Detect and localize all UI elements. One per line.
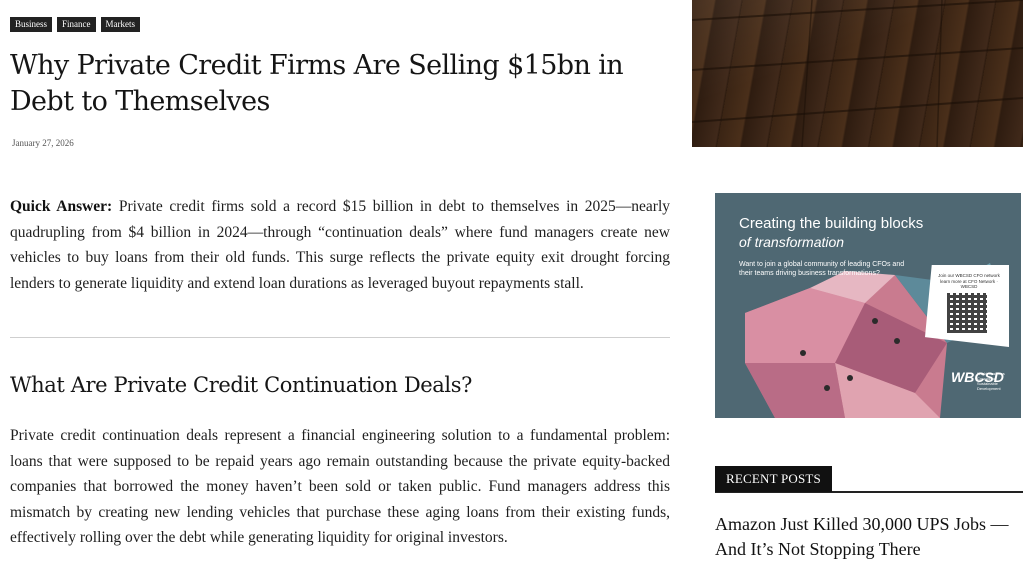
sidebar-ad[interactable]: Creating the building blocks of transfor…: [715, 193, 1021, 418]
ad-body: Want to join a global community of leadi…: [739, 261, 905, 277]
ad-headline: Creating the building blocks: [739, 215, 924, 232]
section-divider: [10, 337, 670, 338]
tag-business[interactable]: Business: [10, 17, 53, 32]
tag-list: Business Finance Markets: [10, 17, 141, 32]
article-date: January 27, 2026: [12, 138, 74, 148]
tag-finance[interactable]: Finance: [57, 17, 96, 32]
section-heading: What Are Private Credit Continuation Dea…: [10, 373, 472, 397]
quick-answer-label: Quick Answer:: [10, 198, 113, 215]
wood-floor-graphic: [692, 0, 1023, 147]
quick-answer: Quick Answer: Private credit firms sold …: [10, 194, 670, 296]
ad-qr-card[interactable]: Join our WBCSD CFO network learn more at…: [925, 265, 1009, 347]
ad-card-text: Join our WBCSD CFO network learn more at…: [938, 273, 1000, 289]
recent-post-link[interactable]: Amazon Just Killed 30,000 UPS Jobs — And…: [715, 512, 1023, 562]
section-body: Private credit continuation deals repres…: [10, 427, 670, 546]
ad-headline-italic: of transformation: [739, 234, 845, 250]
recent-posts-heading: RECENT POSTS: [715, 466, 832, 492]
wbcsd-logo-subtitle: World Business Council for Sustainable D…: [977, 371, 1005, 391]
article-title: Why Private Credit Firms Are Selling $15…: [10, 50, 624, 117]
featured-image: [692, 0, 1023, 147]
qr-code-icon[interactable]: [947, 293, 987, 333]
tag-markets[interactable]: Markets: [100, 17, 141, 32]
